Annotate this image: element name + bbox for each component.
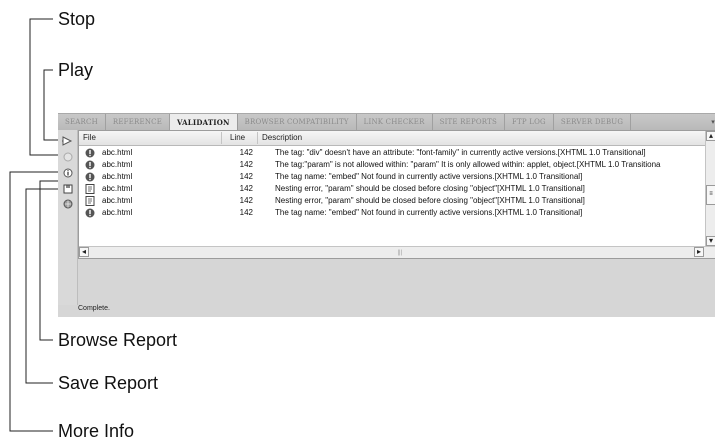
row-line: 142	[239, 208, 253, 217]
save-report-leader	[25, 188, 60, 384]
row-description: The tag name: "embed" Not found in curre…	[275, 208, 583, 217]
row-line: 142	[239, 148, 253, 157]
scroll-right-button[interactable]: ▸	[694, 247, 704, 257]
browse-report-leader	[39, 180, 60, 341]
panel-options-icon[interactable]: ▾	[707, 114, 715, 130]
stop-icon[interactable]	[62, 151, 73, 162]
scroll-up-button[interactable]: ▴	[706, 131, 715, 141]
validation-results-table: File Line Description abc.html 142 The t…	[78, 130, 715, 259]
error-icon	[85, 148, 95, 158]
warning-doc-icon	[85, 184, 95, 194]
more-info-callout: More Info	[58, 421, 135, 441]
validation-toolbar	[58, 130, 78, 305]
tab-browser-compatibility[interactable]: BROWSER COMPATIBILITY	[238, 114, 357, 130]
row-file: abc.html	[102, 160, 133, 169]
stop-leader	[29, 18, 60, 156]
row-file: abc.html	[102, 208, 133, 217]
table-header: File Line Description	[79, 131, 715, 146]
row-line: 142	[239, 196, 253, 205]
vertical-scroll-thumb[interactable]: ≡	[706, 185, 715, 205]
row-description: The tag: "div" doesn't have an attribute…	[275, 148, 646, 157]
column-header-file[interactable]: File	[83, 133, 96, 142]
row-file: abc.html	[102, 196, 133, 205]
column-divider[interactable]	[257, 132, 258, 144]
table-row[interactable]: abc.html 142 The tag name: "embed" Not f…	[79, 171, 715, 183]
tab-reference[interactable]: REFERENCE	[106, 114, 171, 130]
row-file: abc.html	[102, 172, 133, 181]
table-row[interactable]: abc.html 142 The tag: "div" doesn't have…	[79, 147, 715, 159]
tab-site-reports[interactable]: SITE REPORTS	[433, 114, 505, 130]
column-header-line[interactable]: Line	[230, 133, 245, 142]
tab-ftp-log[interactable]: FTP LOG	[505, 114, 554, 130]
row-line: 142	[239, 172, 253, 181]
tab-server-debug[interactable]: SERVER DEBUG	[554, 114, 632, 130]
panel-tab-bar: SEARCH REFERENCE VALIDATION BROWSER COMP…	[58, 114, 715, 130]
error-icon	[85, 160, 95, 170]
browse-report-icon[interactable]	[62, 198, 73, 209]
column-header-description[interactable]: Description	[262, 133, 302, 142]
tab-validation[interactable]: VALIDATION	[170, 114, 238, 130]
play-leader	[43, 69, 59, 141]
row-file: abc.html	[102, 184, 133, 193]
warning-doc-icon	[85, 196, 95, 206]
row-description: The tag name: "embed" Not found in curre…	[275, 172, 583, 181]
horizontal-scroll-grip[interactable]: |||	[398, 250, 403, 256]
table-row[interactable]: abc.html 142 The tag:"param" is not allo…	[79, 159, 715, 171]
table-row[interactable]: abc.html 142 The tag name: "embed" Not f…	[79, 207, 715, 219]
row-line: 142	[239, 184, 253, 193]
stop-callout: Stop	[58, 9, 96, 29]
table-row[interactable]: abc.html 142 Nesting error, "param" shou…	[79, 195, 715, 207]
tab-search[interactable]: SEARCH	[58, 114, 106, 130]
more-info-leader	[9, 171, 60, 432]
browse-report-callout: Browse Report	[58, 330, 178, 350]
scroll-down-button[interactable]: ▾	[706, 236, 715, 246]
more-info-icon[interactable]	[62, 167, 73, 178]
vertical-scrollbar[interactable]: ▴ ≡ ▾	[705, 131, 715, 246]
row-description: The tag:"param" is not allowed within: "…	[275, 160, 661, 169]
save-report-callout: Save Report	[58, 373, 159, 393]
status-text: Complete.	[78, 305, 110, 312]
row-description: Nesting error, "param" should be closed …	[275, 184, 585, 193]
error-icon	[85, 208, 95, 218]
play-callout: Play	[58, 60, 94, 80]
error-icon	[85, 172, 95, 182]
tab-link-checker[interactable]: LINK CHECKER	[357, 114, 433, 130]
row-file: abc.html	[102, 148, 133, 157]
column-divider[interactable]	[221, 132, 222, 144]
save-report-icon[interactable]	[62, 183, 73, 194]
row-line: 142	[239, 160, 253, 169]
table-row[interactable]: abc.html 142 Nesting error, "param" shou…	[79, 183, 715, 195]
row-description: Nesting error, "param" should be closed …	[275, 196, 585, 205]
play-icon[interactable]	[62, 135, 73, 146]
results-panel: SEARCH REFERENCE VALIDATION BROWSER COMP…	[58, 113, 715, 317]
horizontal-scrollbar[interactable]: ◂ ||| ▸	[79, 246, 715, 258]
scroll-left-button[interactable]: ◂	[79, 247, 89, 257]
